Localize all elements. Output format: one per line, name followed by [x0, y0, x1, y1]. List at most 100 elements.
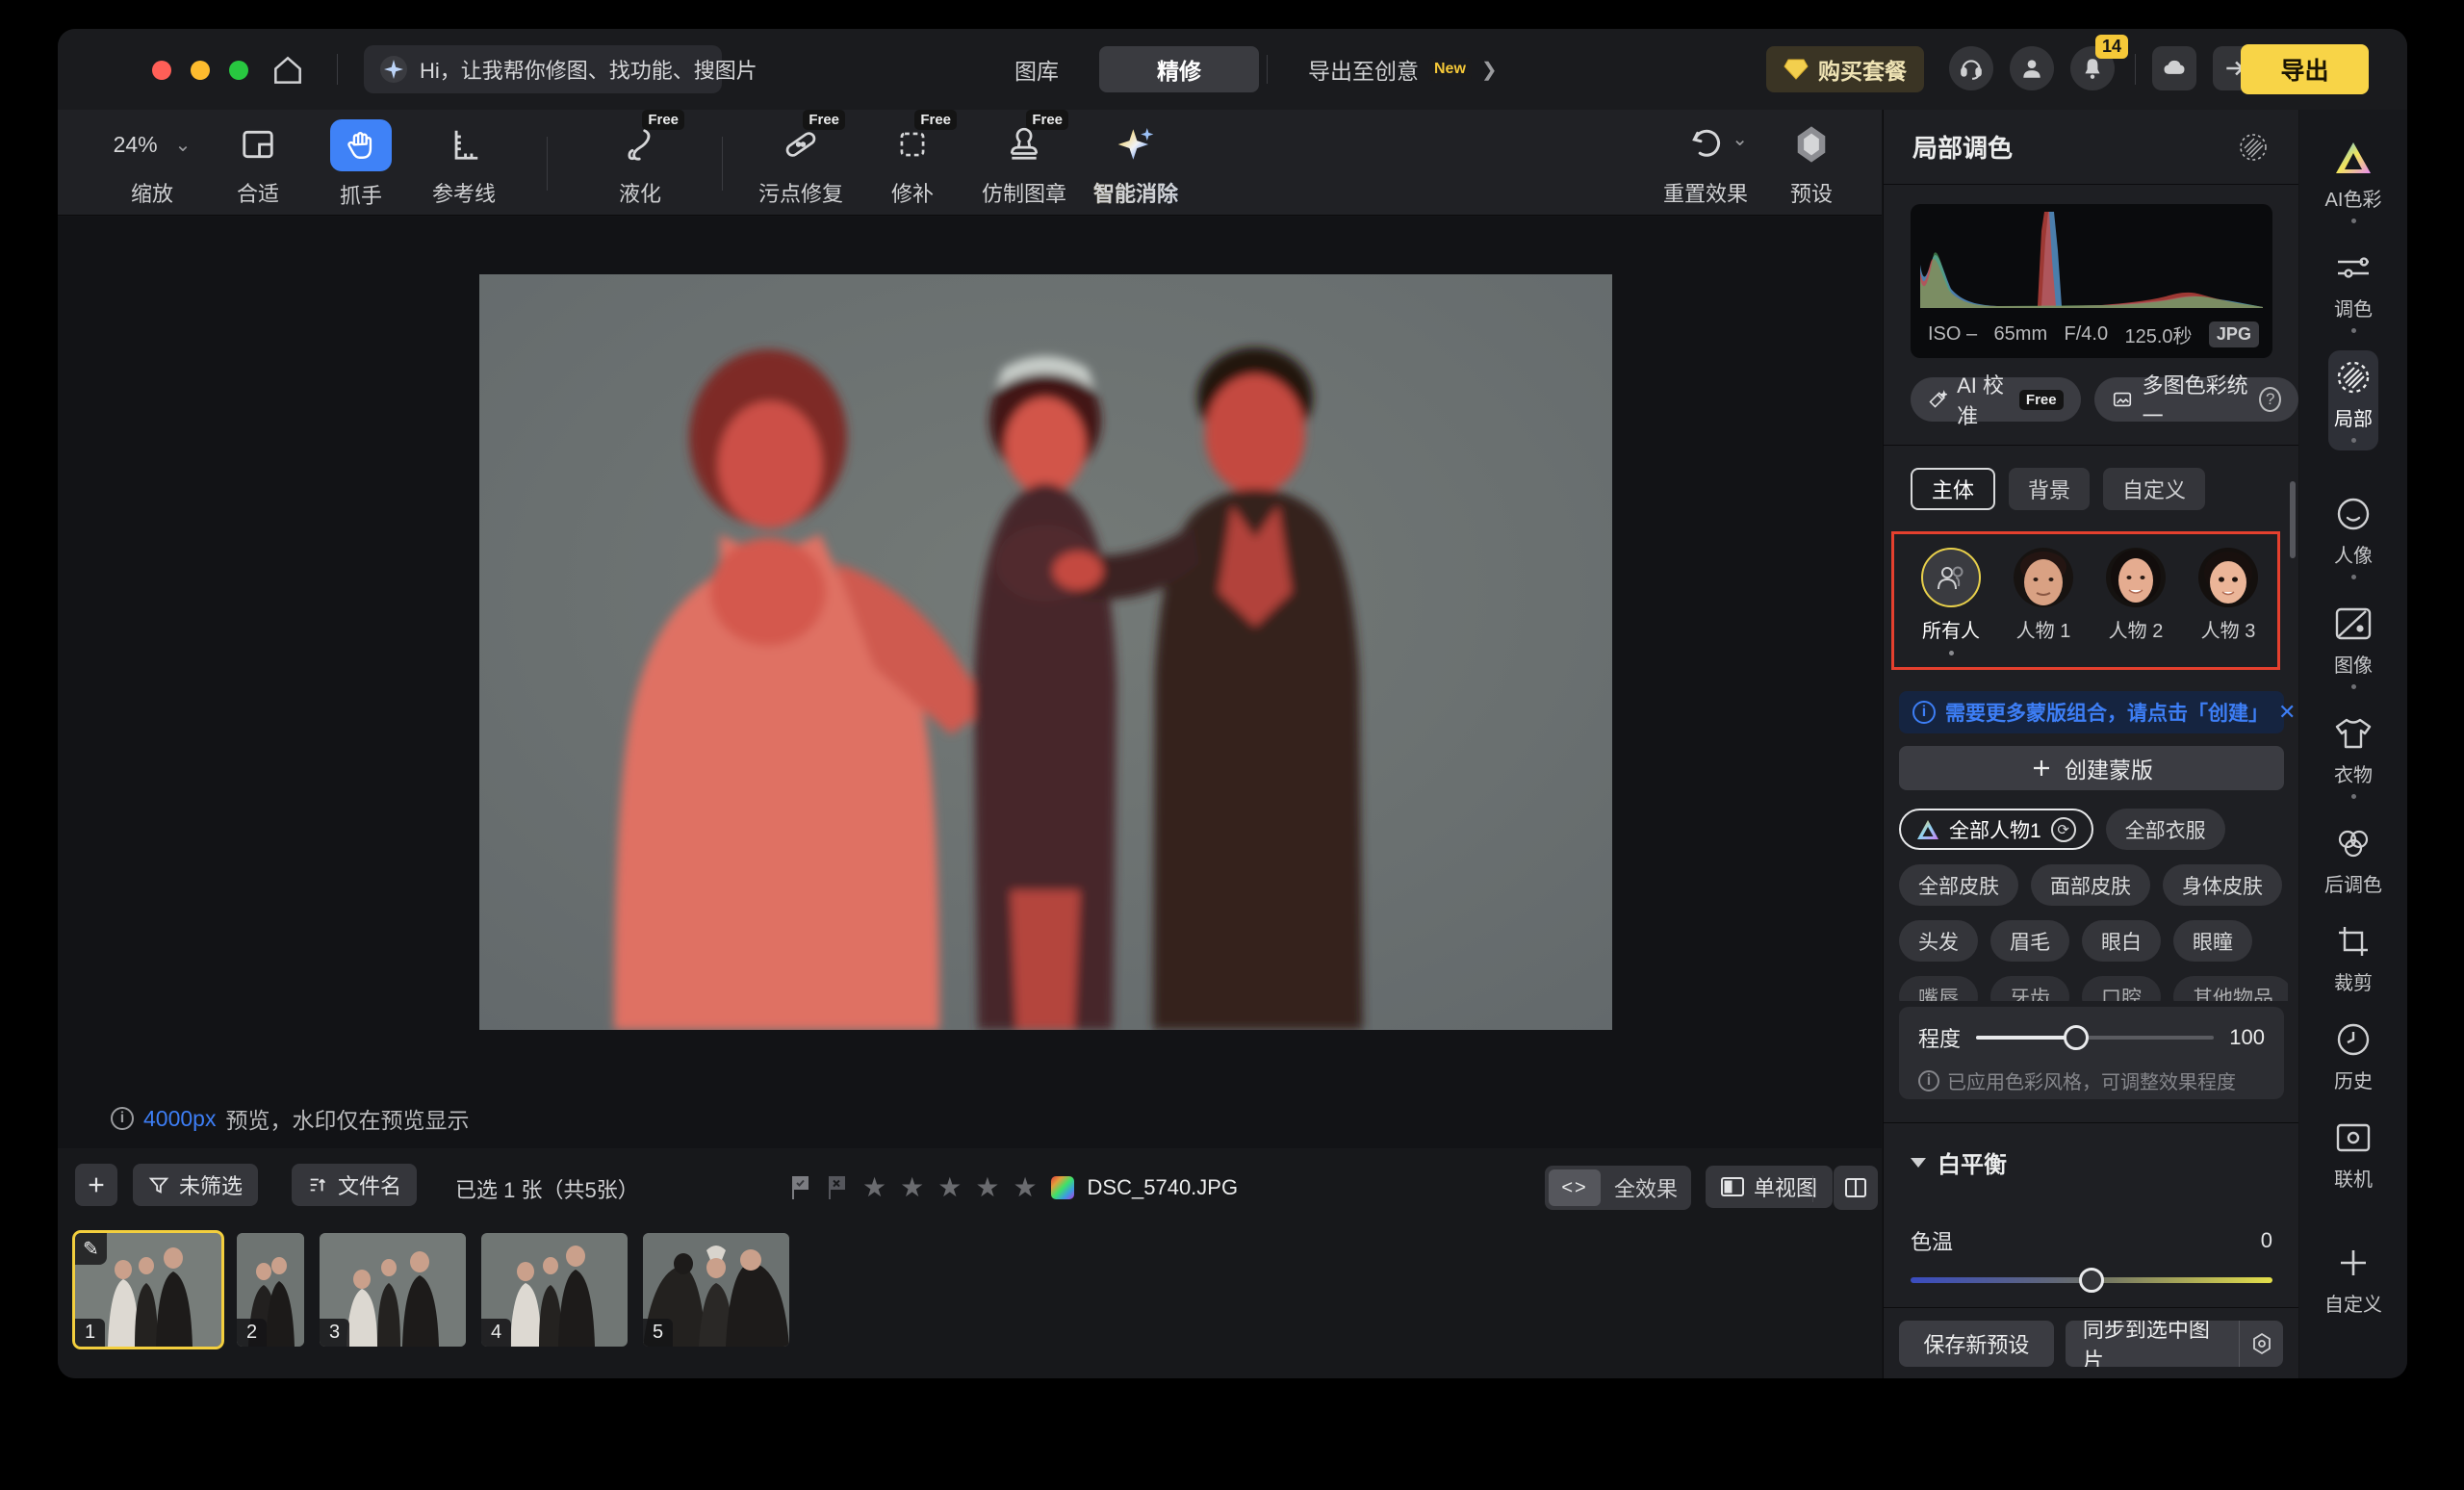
star-4-icon[interactable]: ★	[975, 1171, 999, 1203]
cloud-sync-icon[interactable]	[2152, 46, 2196, 90]
add-photos-button[interactable]	[75, 1164, 117, 1206]
mask-tag-face-skin[interactable]: 面部皮肤	[2031, 864, 2150, 906]
mask-tag-teeth[interactable]: 牙齿	[1990, 976, 2069, 1001]
filter-button[interactable]: 未筛选	[133, 1164, 258, 1206]
buy-plan-button[interactable]: 购买套餐	[1766, 46, 1924, 92]
plus-icon	[2334, 1244, 2373, 1282]
mask-tag-all-skin[interactable]: 全部皮肤	[1899, 864, 2018, 906]
mask-tag-eye-white[interactable]: 眼白	[2082, 920, 2161, 962]
person-2[interactable]: 人物 2	[2100, 548, 2171, 643]
sidebar-item-ai-color[interactable]: AI色彩	[2320, 131, 2388, 231]
thumbnail-3[interactable]: 3	[320, 1233, 466, 1347]
thumbnail-1[interactable]: ✎ 1	[75, 1233, 221, 1347]
clone-stamp-tool[interactable]: Free 仿制图章	[966, 119, 1082, 208]
flag-pick-icon[interactable]	[789, 1175, 812, 1200]
star-2-icon[interactable]: ★	[900, 1171, 924, 1203]
photo-with-red-mask[interactable]	[479, 274, 1612, 1030]
refresh-icon[interactable]: ⟳	[2051, 817, 2076, 842]
mask-tag-all-people[interactable]: 全部人物1 ⟳	[1899, 809, 2093, 850]
flag-reject-icon[interactable]	[826, 1175, 849, 1200]
tab-library[interactable]: 图库	[982, 46, 1091, 92]
mask-overlay-icon[interactable]	[2237, 131, 2270, 164]
sort-by-filename-button[interactable]: 文件名	[292, 1164, 417, 1206]
white-balance-section: 白平衡 色温 0	[1911, 1145, 2272, 1283]
tab-export-to-creative[interactable]: 导出至创意 New ❯	[1275, 46, 1530, 92]
account-user-icon[interactable]	[2010, 46, 2054, 90]
preview-size-link[interactable]: 4000px	[143, 1106, 216, 1132]
sidebar-item-color-grade[interactable]: 调色	[2328, 241, 2378, 341]
star-5-icon[interactable]: ★	[1013, 1171, 1037, 1203]
guides-tool[interactable]: 参考线	[406, 119, 522, 208]
panel-scrollbar[interactable]	[2290, 481, 2296, 558]
create-mask-button[interactable]: 创建蒙版	[1899, 746, 2284, 790]
sidebar-item-tether[interactable]: 联机	[2328, 1111, 2378, 1199]
sidebar-item-portrait[interactable]: 人像	[2328, 487, 2378, 587]
mask-tag-pupil[interactable]: 眼瞳	[2173, 920, 2252, 962]
presets-button[interactable]: 预设	[1754, 119, 1869, 208]
ai-color-triangle-icon	[2334, 139, 2373, 177]
degree-slider[interactable]	[1976, 1036, 2214, 1040]
person-1[interactable]: 人物 1	[2008, 548, 2079, 643]
preset-gem-icon	[1786, 119, 1836, 169]
home-icon[interactable]	[270, 52, 306, 89]
sync-to-selected-button[interactable]: 同步到选中图片	[2066, 1321, 2240, 1367]
mask-tag-hair[interactable]: 头发	[1899, 920, 1978, 962]
star-3-icon[interactable]: ★	[937, 1171, 962, 1203]
support-headset-icon[interactable]	[1949, 46, 1993, 90]
mask-tag-eyebrows[interactable]: 眉毛	[1990, 920, 2069, 962]
sidebar-item-post-color[interactable]: 后调色	[2319, 816, 2388, 905]
person-3[interactable]: 人物 3	[2193, 548, 2264, 643]
thumbnail-5[interactable]: 5	[643, 1233, 789, 1347]
degree-slider-knob[interactable]	[2064, 1025, 2089, 1050]
sidebar-item-local[interactable]: 局部	[2328, 350, 2378, 450]
mask-tag-mouth[interactable]: 口腔	[2082, 976, 2161, 1001]
tab-retouch[interactable]: 精修	[1099, 46, 1259, 92]
patch-tool[interactable]: Free 修补	[855, 119, 970, 208]
sidebar-item-crop[interactable]: 裁剪	[2328, 914, 2378, 1003]
sidebar-item-custom[interactable]: 自定义	[2319, 1236, 2388, 1324]
tab-subject[interactable]: 主体	[1911, 468, 1995, 510]
fit-tool[interactable]: 合适	[200, 119, 316, 208]
thumbnail-4[interactable]: 4	[481, 1233, 628, 1347]
export-button[interactable]: 导出	[2241, 44, 2369, 94]
reset-effects-button[interactable]: ⌄ 重置效果	[1648, 119, 1763, 208]
sidebar-item-history[interactable]: 历史	[2328, 1013, 2378, 1101]
hand-tool[interactable]: 抓手	[303, 119, 419, 210]
sort-icon	[307, 1174, 328, 1195]
split-view-button[interactable]	[1834, 1166, 1878, 1210]
smart-erase-tool[interactable]: 智能消除	[1078, 119, 1194, 208]
person-all[interactable]: 所有人	[1915, 548, 1987, 655]
mask-tag-other-objects[interactable]: 其他物品	[2173, 976, 2288, 1001]
temperature-slider-knob[interactable]	[2079, 1268, 2104, 1293]
sidebar-item-image[interactable]: 图像	[2328, 597, 2378, 697]
exif-shutter: 125.0秒	[2124, 321, 2192, 348]
multi-image-color-unify-button[interactable]: 多图色彩统一 ?	[2094, 377, 2298, 422]
ai-calibrate-button[interactable]: AI 校准 Free	[1911, 377, 2081, 422]
thumbnail-2[interactable]: 2	[237, 1233, 304, 1347]
zoom-window-button[interactable]	[229, 61, 248, 80]
save-new-preset-button[interactable]: 保存新预设	[1899, 1321, 2054, 1367]
minimize-window-button[interactable]	[191, 61, 210, 80]
color-label-chip[interactable]	[1051, 1176, 1074, 1199]
single-view-button[interactable]: 单视图	[1706, 1166, 1833, 1208]
liquify-tool[interactable]: Free 液化	[582, 119, 698, 208]
star-1-icon[interactable]: ★	[862, 1171, 886, 1203]
temperature-slider[interactable]	[1911, 1277, 2272, 1283]
mask-tag-lips[interactable]: 嘴唇	[1899, 976, 1978, 1001]
zoom-tool[interactable]: 24%⌄ 缩放	[94, 119, 210, 208]
close-notice-icon[interactable]: ✕	[2278, 700, 2296, 725]
tab-custom[interactable]: 自定义	[2103, 468, 2205, 510]
ai-assistant-search-input[interactable]: Hi，让我帮你修图、找功能、搜图片	[364, 45, 722, 93]
notifications-bell-icon[interactable]: 14	[2070, 46, 2115, 90]
tab-background[interactable]: 背景	[2009, 468, 2090, 510]
white-balance-header[interactable]: 白平衡	[1911, 1145, 2272, 1179]
spot-heal-tool[interactable]: Free 污点修复	[743, 119, 859, 208]
full-effect-toggle[interactable]: <> 全效果	[1545, 1166, 1691, 1210]
mask-tag-all-clothes[interactable]: 全部衣服	[2106, 809, 2225, 850]
rating-controls: ★ ★ ★ ★ ★ DSC_5740.JPG	[789, 1171, 1238, 1203]
sync-settings-gear-icon[interactable]	[2240, 1321, 2283, 1367]
close-window-button[interactable]	[152, 61, 171, 80]
sidebar-item-clothes[interactable]: 衣物	[2328, 706, 2378, 807]
editing-canvas[interactable]: i 4000px 预览，水印仅在预览显示	[58, 217, 1882, 1148]
mask-tag-body-skin[interactable]: 身体皮肤	[2163, 864, 2282, 906]
